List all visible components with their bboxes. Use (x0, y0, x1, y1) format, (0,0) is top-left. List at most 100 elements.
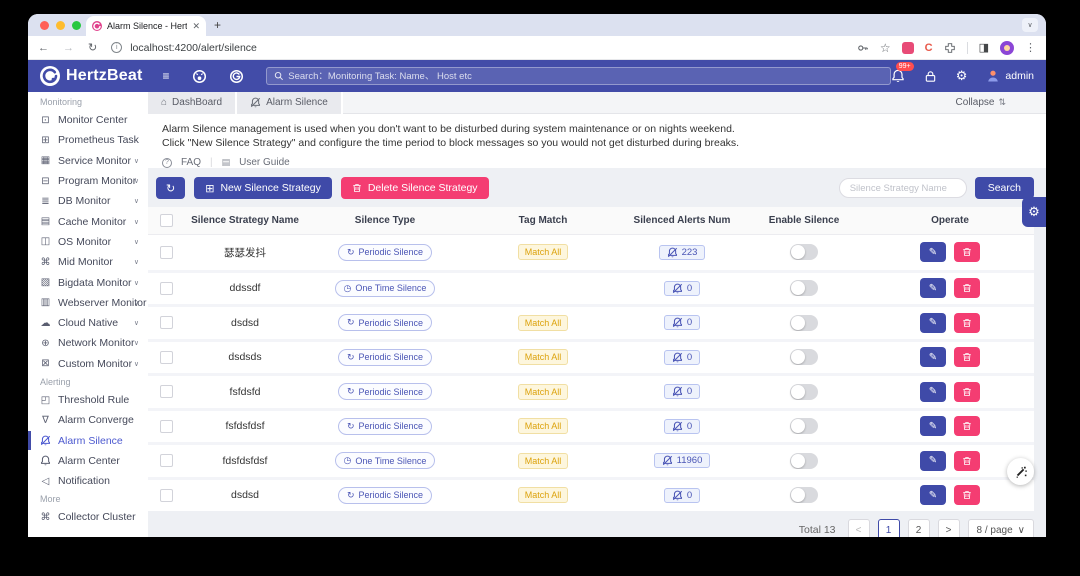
enable-silence-toggle[interactable] (790, 280, 818, 297)
sidebar-item-program-monitor[interactable]: ⊟ Program Monitor ∨ (28, 171, 148, 191)
sidebar-item-db-monitor[interactable]: ≣ DB Monitor ∨ (28, 191, 148, 211)
collapse-toggle[interactable]: Collapse ⇅ (956, 97, 1006, 108)
brand[interactable]: HertzBeat (40, 66, 143, 86)
sidebar-item-alarm-center[interactable]: Alarm Center (28, 451, 148, 471)
edit-button[interactable]: ✎ (920, 416, 946, 437)
extensions-puzzle-icon[interactable] (944, 42, 956, 54)
gitee-icon[interactable] (229, 69, 244, 84)
enable-silence-toggle[interactable] (790, 418, 818, 435)
breadcrumb-tab-dashboard[interactable]: ⌂ DashBoard (148, 91, 238, 114)
pagination-next-button[interactable]: > (937, 519, 960, 537)
browser-profile-avatar[interactable] (1000, 40, 1014, 55)
tab-close-icon[interactable]: ✕ (192, 21, 200, 32)
user-menu[interactable]: admin (986, 69, 1034, 83)
sidebar-item-alarm-silence[interactable]: Alarm Silence (28, 430, 148, 451)
delete-button[interactable] (954, 485, 980, 506)
sidebar-item-prometheus-task[interactable]: ⊞ Prometheus Task (28, 130, 148, 150)
site-info-icon[interactable]: i (111, 42, 123, 53)
sidebar-item-threshold-rule[interactable]: ◰ Threshold Rule (28, 390, 148, 410)
extension-c-icon[interactable]: C (925, 42, 933, 54)
close-window-icon[interactable] (40, 21, 49, 30)
delete-button[interactable] (954, 312, 980, 333)
global-search-input[interactable] (288, 70, 883, 82)
sidebar-item-service-monitor[interactable]: ▦ Service Monitor ∨ (28, 151, 148, 171)
bookmark-star-icon[interactable]: ☆ (880, 41, 891, 55)
edit-button[interactable]: ✎ (920, 242, 946, 263)
minimize-window-icon[interactable] (56, 21, 65, 30)
new-silence-strategy-button[interactable]: ⊞ New Silence Strategy (194, 177, 332, 199)
extension-pink-icon[interactable] (901, 41, 914, 54)
trash-icon (962, 247, 972, 257)
edit-button[interactable]: ✎ (920, 381, 946, 402)
global-search[interactable] (265, 67, 891, 85)
forward-icon[interactable]: → (63, 42, 74, 54)
lock-icon[interactable] (924, 70, 937, 83)
maximize-window-icon[interactable] (72, 21, 81, 30)
sidebar-item-alarm-converge[interactable]: ∇ Alarm Converge (28, 410, 148, 430)
enable-silence-toggle[interactable] (790, 383, 818, 400)
url-text[interactable]: localhost:4200/alert/silence (130, 42, 857, 54)
sidebar-item-cloud-native[interactable]: ☁ Cloud Native ∨ (28, 313, 148, 333)
row-checkbox[interactable] (159, 488, 173, 502)
row-checkbox[interactable] (159, 281, 173, 295)
browser-tab[interactable]: Alarm Silence - HertzBeat ✕ (86, 16, 206, 36)
faq-link[interactable]: FAQ (181, 157, 201, 168)
row-checkbox[interactable] (159, 245, 173, 259)
row-checkbox[interactable] (159, 385, 173, 399)
side-panel-icon[interactable]: ◨ (979, 41, 989, 54)
delete-silence-strategy-button[interactable]: Delete Silence Strategy (340, 177, 489, 199)
sidebar-item-mid-monitor[interactable]: ⌘ Mid Monitor ∨ (28, 252, 148, 272)
password-key-icon[interactable] (857, 42, 869, 54)
breadcrumb-tab-alarm-silence[interactable]: Alarm Silence (237, 91, 343, 114)
pagination-prev-button[interactable]: < (847, 519, 870, 537)
sidebar-item-cache-monitor[interactable]: ▤ Cache Monitor ∨ (28, 211, 148, 231)
sidebar-item-os-monitor[interactable]: ◫ OS Monitor ∨ (28, 232, 148, 252)
row-checkbox[interactable] (159, 454, 173, 468)
enable-silence-toggle[interactable] (790, 349, 818, 366)
enable-silence-toggle[interactable] (790, 487, 818, 504)
delete-button[interactable] (954, 347, 980, 368)
browser-menu-icon[interactable]: ⋮ (1025, 41, 1036, 54)
enable-silence-toggle[interactable] (790, 314, 818, 331)
back-icon[interactable]: ← (38, 42, 49, 54)
edit-button[interactable]: ✎ (920, 450, 946, 471)
table-settings-gear-button[interactable]: ⚙ (1022, 197, 1046, 227)
delete-button[interactable] (954, 242, 980, 263)
notifications-button[interactable]: 99+ (891, 62, 914, 83)
edit-button[interactable]: ✎ (920, 485, 946, 506)
select-all-checkbox[interactable] (159, 214, 173, 227)
github-icon[interactable] (192, 69, 207, 84)
delete-button[interactable] (954, 278, 980, 299)
floating-wand-button[interactable] (1007, 458, 1034, 485)
search-button[interactable]: Search (974, 177, 1034, 199)
delete-button[interactable] (954, 450, 980, 471)
pagination-page-1[interactable]: 1 (877, 519, 900, 537)
sidebar-item-collector-cluster[interactable]: ⌘ Collector Cluster (28, 507, 148, 527)
enable-silence-toggle[interactable] (790, 244, 818, 261)
edit-button[interactable]: ✎ (920, 312, 946, 333)
edit-button[interactable]: ✎ (920, 278, 946, 299)
row-checkbox[interactable] (159, 419, 173, 433)
delete-button[interactable] (954, 381, 980, 402)
tab-overflow-chevron-icon[interactable]: ∨ (1022, 18, 1038, 32)
settings-gear-icon[interactable]: ⚙ (956, 68, 968, 84)
row-checkbox[interactable] (159, 350, 173, 364)
user-guide-link[interactable]: User Guide (239, 157, 290, 168)
row-checkbox[interactable] (159, 316, 173, 330)
enable-silence-toggle[interactable] (790, 452, 818, 469)
strategy-name-search-input[interactable] (838, 178, 967, 198)
sidebar-item-webserver-monitor[interactable]: ▥ Webserver Monitor ∨ (28, 293, 148, 313)
new-tab-button[interactable]: + (214, 18, 221, 32)
sidebar-item-bigdata-monitor[interactable]: ▧ Bigdata Monitor ∨ (28, 272, 148, 292)
sidebar-item-custom-monitor[interactable]: ⊠ Custom Monitor ∨ (28, 354, 148, 374)
sidebar-item-network-monitor[interactable]: ⊕ Network Monitor ∨ (28, 333, 148, 353)
reload-icon[interactable]: ↻ (88, 41, 97, 54)
edit-button[interactable]: ✎ (920, 347, 946, 368)
sidebar-item-monitor-center[interactable]: ⊡ Monitor Center (28, 110, 148, 130)
delete-button[interactable] (954, 416, 980, 437)
menu-fold-icon[interactable]: ≡ (163, 69, 170, 83)
pagination-page-2[interactable]: 2 (907, 519, 930, 537)
page-size-select[interactable]: 8 / page ∨ (967, 519, 1034, 537)
refresh-button[interactable]: ↻ (156, 177, 186, 199)
sidebar-item-notification[interactable]: ◁ Notification (28, 471, 148, 491)
